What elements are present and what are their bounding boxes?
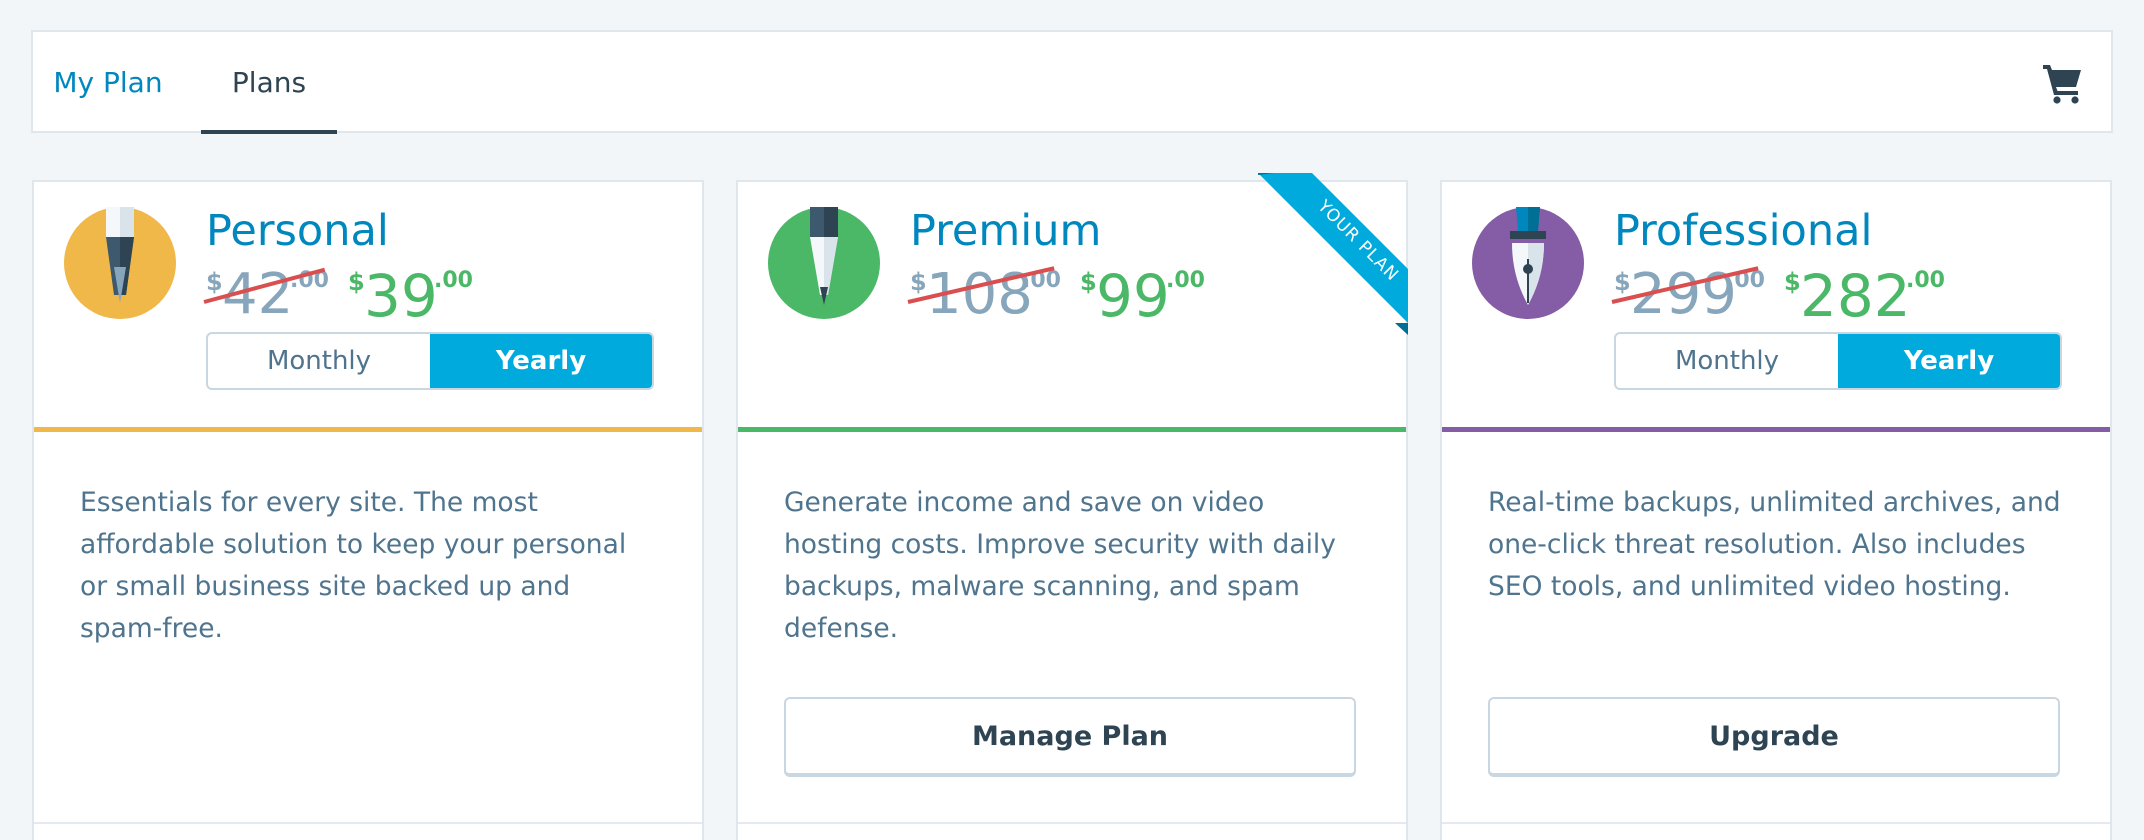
cart-icon[interactable] [2043, 62, 2083, 104]
billing-toggle: Monthly Yearly [206, 332, 654, 390]
card-footer-divider [738, 822, 1406, 824]
plan-description: Essentials for every site. The most affo… [80, 487, 627, 644]
your-plan-ribbon: YOUR PLAN [1258, 173, 1408, 335]
currency-symbol: $ [206, 268, 223, 296]
toggle-yearly[interactable]: Yearly [430, 334, 652, 388]
plan-description: Generate income and save on video hostin… [784, 487, 1336, 644]
billing-toggle: Monthly Yearly [1614, 332, 2062, 390]
currency-symbol: $ [1614, 268, 1631, 296]
new-price-amount: 39 [364, 262, 438, 330]
new-price-cents: .00 [434, 268, 473, 293]
new-price-amount: 282 [1800, 262, 1911, 330]
currency-symbol: $ [1080, 268, 1097, 296]
plan-divider [1442, 427, 2110, 432]
plan-card-premium: Premium $ 108 .00 $ 99 .00 YOUR PLAN Gen… [736, 173, 1408, 840]
tab-my-plan[interactable]: My Plan [53, 32, 163, 133]
upgrade-button[interactable]: Upgrade [1488, 697, 2060, 777]
plan-divider [738, 427, 1406, 432]
toggle-monthly[interactable]: Monthly [208, 334, 430, 388]
plan-description: Real-time backups, unlimited archives, a… [1488, 487, 2061, 602]
section-nav: My Plan Plans [31, 30, 2113, 134]
plan-card-professional: Professional $ 299 .00 $ 282 .00 Monthly… [1440, 180, 2112, 840]
pen-icon [768, 207, 880, 319]
new-price-cents: .00 [1906, 268, 1945, 293]
plan-name: Premium [910, 206, 1102, 256]
plan-divider [34, 427, 702, 432]
old-price: $ 108 .00 [907, 262, 1061, 327]
manage-plan-button[interactable]: Manage Plan [784, 697, 1356, 777]
card-footer-divider [34, 822, 702, 824]
currency-symbol: $ [910, 268, 927, 296]
old-price: $ 299 .00 [1611, 262, 1765, 327]
card-footer-divider [1442, 822, 2110, 824]
plan-name: Professional [1614, 206, 1873, 256]
toggle-yearly[interactable]: Yearly [1838, 334, 2060, 388]
new-price-cents: .00 [1166, 268, 1205, 293]
old-price: $ 42 .00 [203, 262, 330, 327]
pencil-icon [64, 207, 176, 319]
plan-card-personal: Personal $ 42 .00 $ 39 .00 Monthly Yearl… [32, 180, 704, 840]
plan-name: Personal [206, 206, 389, 256]
toggle-monthly[interactable]: Monthly [1616, 334, 1838, 388]
new-price-amount: 99 [1096, 262, 1170, 330]
fountain-pen-icon [1472, 207, 1584, 319]
currency-symbol: $ [348, 268, 365, 296]
tab-plans[interactable]: Plans [201, 32, 337, 134]
ribbon-label: YOUR PLAN [1313, 196, 1403, 286]
currency-symbol: $ [1784, 268, 1801, 296]
